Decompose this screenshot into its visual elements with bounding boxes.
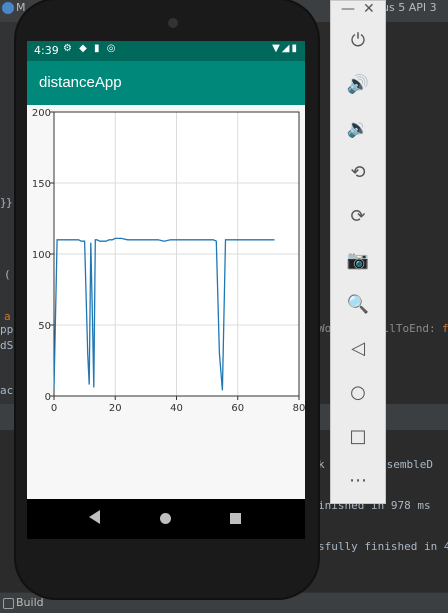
- y-tick-label: 150: [32, 179, 51, 190]
- y-tick-label: 100: [32, 250, 51, 261]
- volume-down-icon[interactable]: 🔉: [343, 113, 373, 143]
- build-line: k: [318, 458, 325, 471]
- code-fragment: a: [4, 310, 11, 323]
- y-tick-label: 50: [38, 321, 51, 332]
- build-line: sfully finished in 41: [318, 540, 448, 553]
- emulator-toolbar: — ✕ ⏻ 🔊 🔉 ⟲ ⟳ 📷 🔍 ◁ ○ □ ⋯: [330, 0, 386, 504]
- app-title: distanceApp: [39, 74, 122, 91]
- navigation-bar: [27, 499, 305, 539]
- rotate-left-icon[interactable]: ⟲: [343, 157, 373, 187]
- chart-container: 0 20 40 60 80 0 50 100 150 200: [27, 105, 305, 500]
- x-tick-label: 20: [109, 403, 122, 414]
- code-fragment: pp: [0, 323, 14, 336]
- status-icons-right: ▼◢▮: [272, 43, 299, 54]
- nav-recent-icon[interactable]: [230, 513, 241, 524]
- close-icon[interactable]: ✕: [363, 1, 375, 17]
- home-icon[interactable]: ○: [343, 377, 373, 407]
- code-fragment: f: [442, 322, 448, 335]
- code-fragment: (: [4, 268, 11, 281]
- status-icons-left: ⚙ ◆ ▮ ◎: [63, 43, 118, 54]
- zoom-icon[interactable]: 🔍: [343, 289, 373, 319]
- minimize-icon[interactable]: —: [341, 1, 355, 17]
- volume-up-icon[interactable]: 🔊: [343, 69, 373, 99]
- x-tick-label: 80: [293, 403, 305, 414]
- code-fragment: }: [6, 196, 13, 209]
- phone-screen: 4:39 ⚙ ◆ ▮ ◎ ▼◢▮ distanceApp 0 20 40 60 80 0 5…: [27, 41, 305, 539]
- distance-line-chart: 0 20 40 60 80 0 50 100 150 200: [32, 108, 305, 414]
- x-tick-label: 40: [170, 403, 183, 414]
- build-icon: [3, 598, 14, 609]
- overview-icon[interactable]: □: [343, 421, 373, 451]
- code-fragment: ac: [0, 384, 14, 397]
- nav-back-icon[interactable]: [89, 510, 100, 524]
- x-tick-label: 60: [231, 403, 244, 414]
- more-icon[interactable]: ⋯: [343, 465, 373, 495]
- back-icon[interactable]: ◁: [343, 333, 373, 363]
- power-icon[interactable]: ⏻: [343, 25, 373, 55]
- device-title: us 5 API 3: [382, 1, 437, 14]
- camera-icon[interactable]: 📷: [343, 245, 373, 275]
- build-line: ssembleD: [380, 458, 433, 471]
- ide-tab-label[interactable]: M: [16, 1, 26, 14]
- rotate-right-icon[interactable]: ⟳: [343, 201, 373, 231]
- speaker: [168, 18, 178, 28]
- build-tab[interactable]: Build: [16, 596, 44, 609]
- code-fragment: dS: [0, 339, 14, 352]
- status-bar: 4:39 ⚙ ◆ ▮ ◎ ▼◢▮: [27, 41, 305, 61]
- app-bar: distanceApp: [27, 61, 305, 105]
- file-icon: [2, 2, 14, 14]
- nav-home-icon[interactable]: [160, 513, 171, 524]
- y-tick-label: 0: [45, 392, 51, 403]
- y-tick-label: 200: [32, 108, 51, 119]
- x-tick-label: 0: [51, 403, 57, 414]
- status-time: 4:39: [34, 44, 59, 57]
